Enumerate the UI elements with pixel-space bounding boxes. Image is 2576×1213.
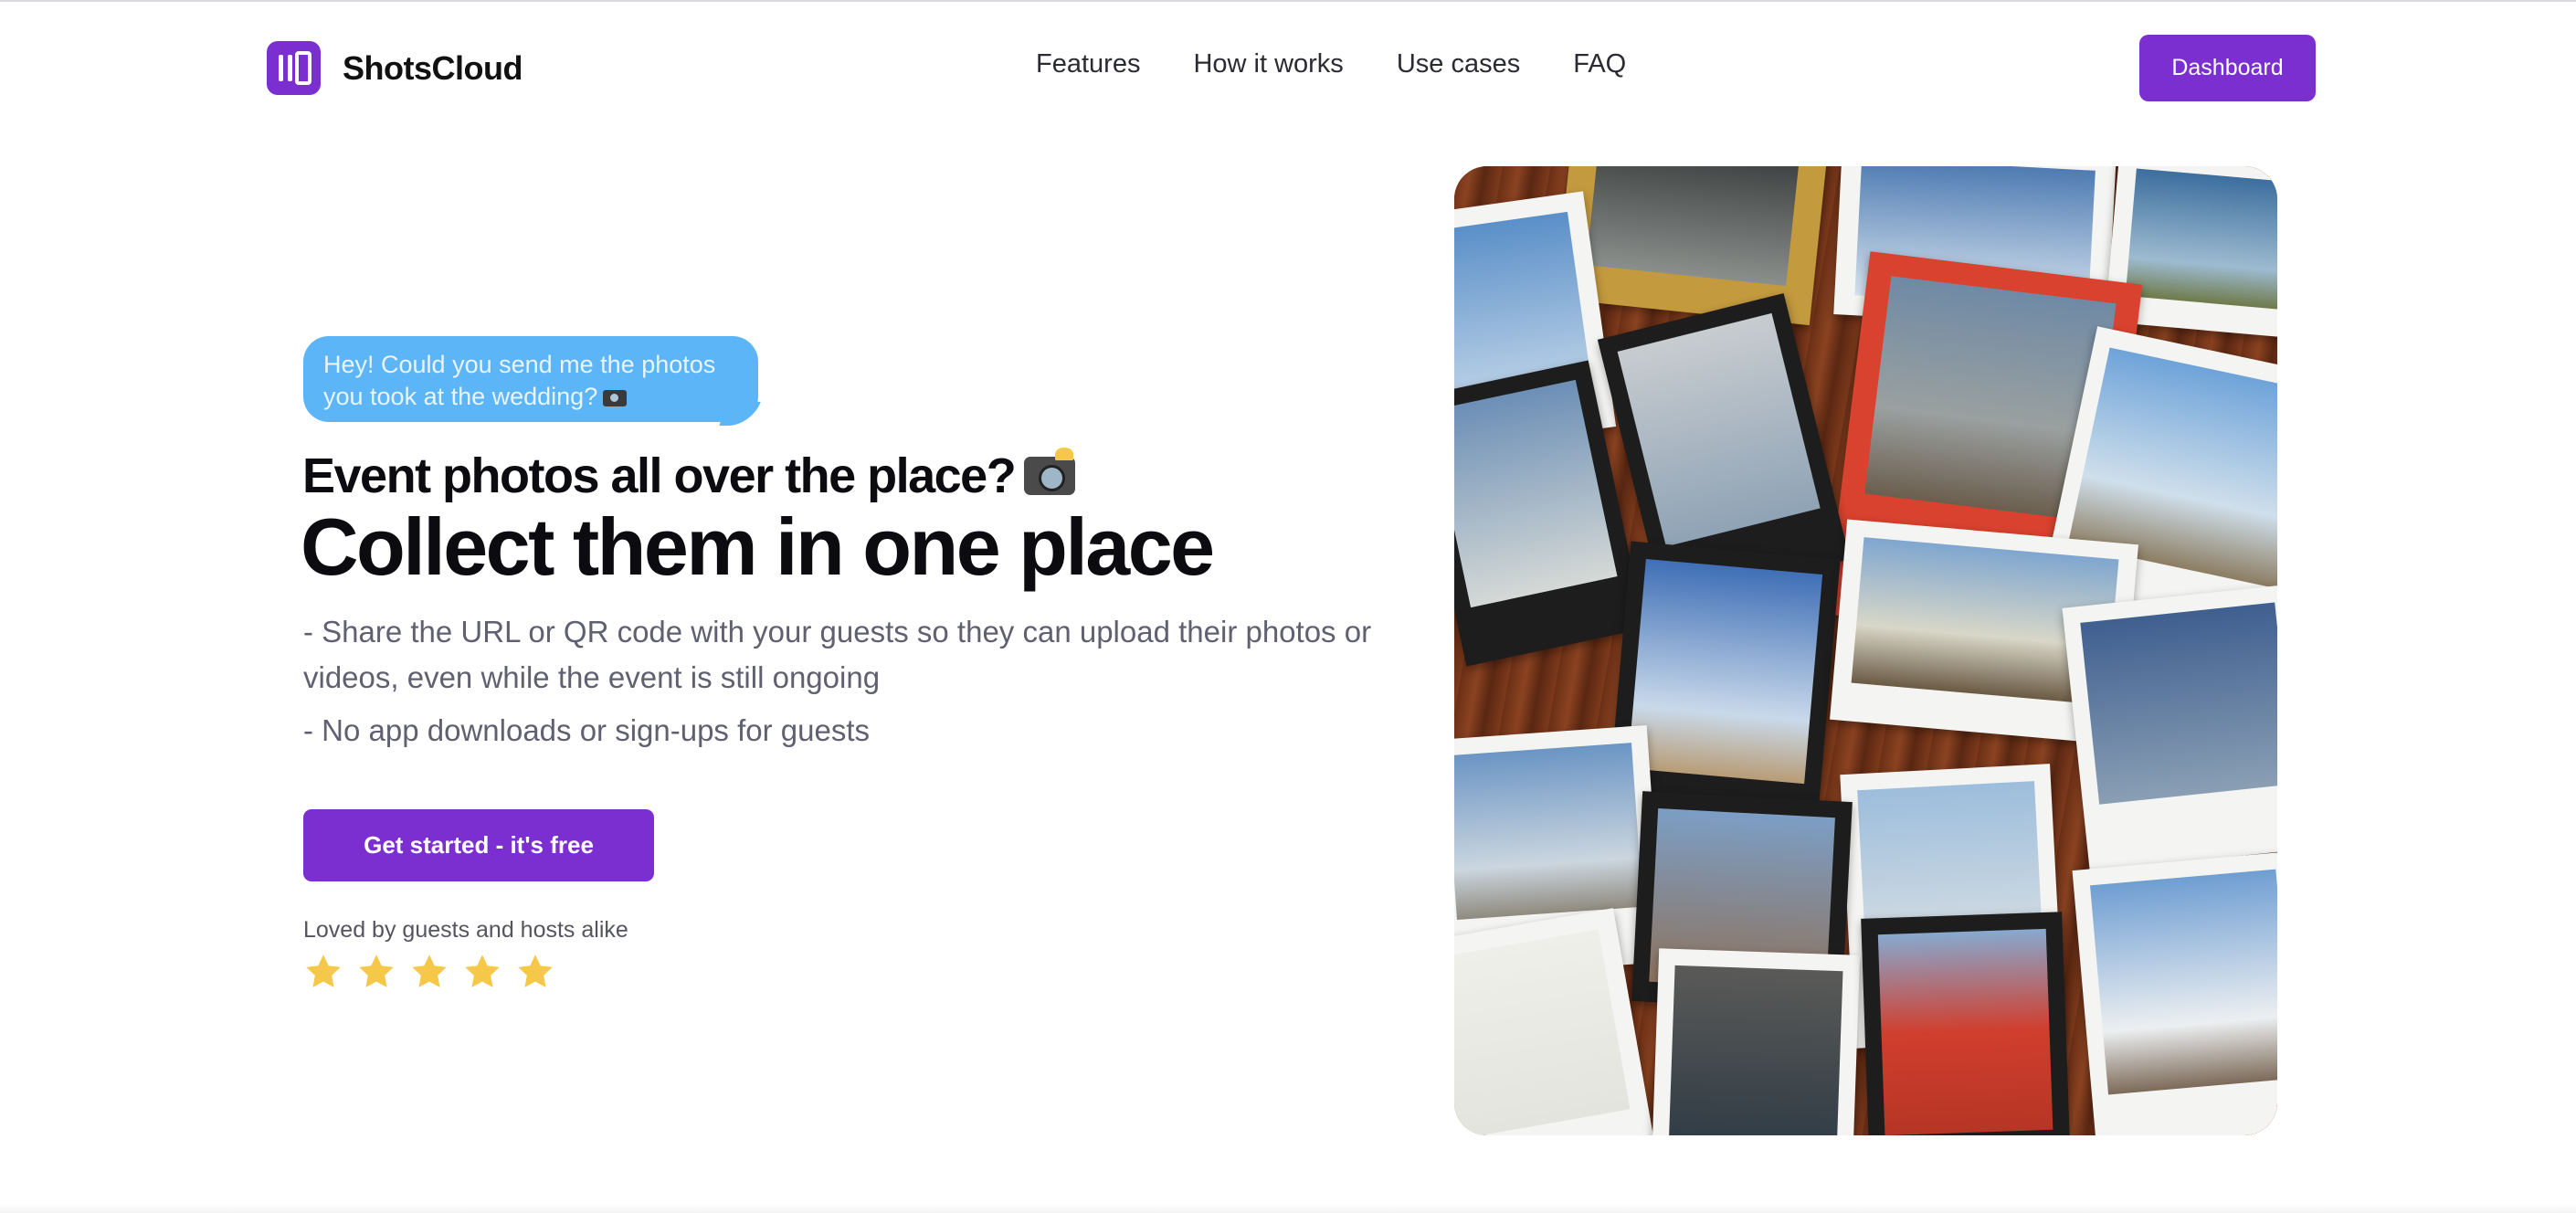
star-icon bbox=[359, 955, 394, 987]
get-started-button[interactable]: Get started - it's free bbox=[303, 809, 654, 881]
nav-use-cases[interactable]: Use cases bbox=[1397, 49, 1520, 79]
star-icon bbox=[465, 955, 500, 987]
brand[interactable]: ShotsCloud bbox=[267, 41, 523, 95]
site-header: ShotsCloud Features How it works Use cas… bbox=[0, 2, 2576, 133]
nav-features[interactable]: Features bbox=[1036, 49, 1140, 79]
main-nav: Features How it works Use cases FAQ bbox=[1036, 49, 1626, 79]
bullet-share-url: - Share the URL or QR code with your gue… bbox=[303, 615, 1372, 694]
hero-subhead: Event photos all over the place? bbox=[302, 448, 1076, 504]
star-icon bbox=[412, 955, 447, 987]
polaroid-collage-image bbox=[1454, 166, 2277, 1135]
hero-headline: Collect them in one place bbox=[301, 501, 1215, 592]
brand-name: ShotsCloud bbox=[343, 48, 523, 87]
chat-bubble-tail bbox=[719, 402, 761, 426]
rating-stars bbox=[303, 952, 555, 992]
chat-bubble: Hey! Could you send me the photos you to… bbox=[303, 336, 758, 422]
gallery-logo-icon bbox=[267, 41, 321, 95]
nav-how-it-works[interactable]: How it works bbox=[1193, 49, 1343, 79]
bullet-no-app: - No app downloads or sign-ups for guest… bbox=[303, 713, 871, 747]
nav-faq[interactable]: FAQ bbox=[1573, 49, 1626, 79]
chat-bubble-text: Hey! Could you send me the photos you to… bbox=[323, 351, 716, 410]
star-icon bbox=[306, 955, 341, 987]
hero-subhead-text: Event photos all over the place? bbox=[302, 448, 1017, 503]
hero-bullets: - Share the URL or QR code with your gue… bbox=[303, 609, 1399, 761]
dashboard-button[interactable]: Dashboard bbox=[2139, 35, 2316, 101]
star-icon bbox=[518, 955, 553, 987]
camera-flash-icon bbox=[1024, 448, 1076, 495]
camera-icon bbox=[603, 390, 628, 406]
section-divider bbox=[0, 1204, 2576, 1213]
social-proof-text: Loved by guests and hosts alike bbox=[303, 917, 628, 943]
